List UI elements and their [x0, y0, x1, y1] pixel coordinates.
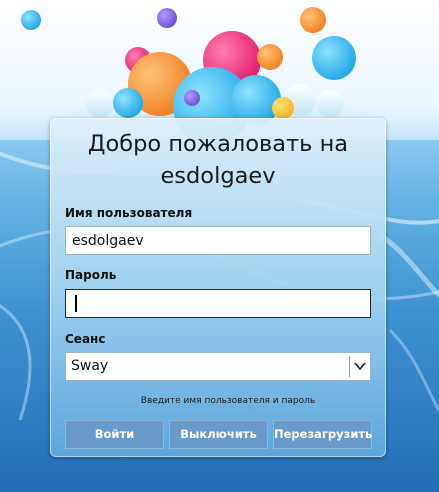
login-panel: Добро пожаловать на esdolgaev Имя пользо…	[50, 118, 386, 457]
login-button[interactable]: Войти	[65, 420, 164, 449]
session-dropdown[interactable]: Sway	[65, 352, 371, 381]
welcome-title: Добро пожаловать на esdolgaev	[87, 131, 349, 189]
session-label: Сеанс	[65, 332, 106, 346]
chevron-down-icon[interactable]	[353, 359, 367, 373]
dropdown-divider	[349, 356, 350, 377]
password-input[interactable]	[65, 289, 371, 318]
password-label: Пароль	[65, 268, 117, 282]
username-input[interactable]	[65, 226, 371, 255]
hint-message: Введите имя пользователя и пароль	[140, 396, 316, 406]
text-caret	[75, 295, 77, 312]
shutdown-button[interactable]: Выключить	[169, 420, 268, 449]
reboot-button[interactable]: Перезагрузить	[273, 420, 372, 449]
login-screen: Добро пожаловать на esdolgaev Имя пользо…	[0, 0, 439, 492]
username-label: Имя пользователя	[65, 206, 193, 220]
session-value: Sway	[71, 358, 109, 374]
